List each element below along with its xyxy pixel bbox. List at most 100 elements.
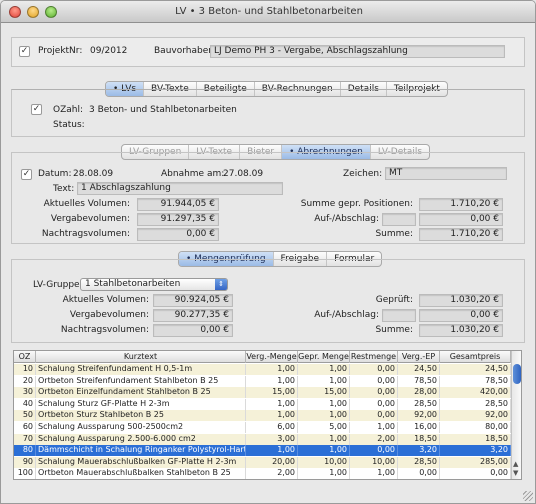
cell-gepr-menge: 1,00 [298, 398, 350, 410]
lv-checkbox[interactable]: ✓ [31, 104, 42, 115]
table-row[interactable]: 90 Schalung Mauerabschlußbalken GF-Platte… [14, 456, 511, 468]
table-row[interactable]: 30 Ortbeton Einzelfundament Stahlbeton B … [14, 387, 511, 399]
cell-gesamtpreis: 28,50 [440, 398, 511, 410]
cell-kurztext: Schalung Aussparung 500-2500cm2 [36, 422, 246, 433]
table-row[interactable]: 40 Schalung Sturz GF-Platte H 2-3m 1,00 1,0… [14, 398, 511, 410]
cell-restmenge: 10,00 [350, 456, 398, 468]
cell-oz: 30 [14, 387, 36, 399]
cell-restmenge: 0,00 [350, 375, 398, 387]
cell-gepr-menge: 1,00 [298, 410, 350, 422]
nachtragsvolumen-label: Nachtragsvolumen: [41, 229, 130, 239]
cell-verg-ep: 0,00 [398, 468, 440, 479]
cell-verg-ep: 28,50 [398, 456, 440, 468]
text-label: Text: [53, 184, 75, 194]
cell-kurztext: Schalung Sturz GF-Platte H 2-3m [36, 398, 246, 410]
cell-oz: 20 [14, 375, 36, 387]
m-nach-value: 0,00 € [153, 324, 233, 337]
scroll-thumb[interactable] [513, 364, 521, 384]
cell-verg-ep: 78,50 [398, 375, 440, 387]
cell-verg-menge: 15,00 [246, 387, 298, 399]
project-checkbox[interactable]: ✓ [19, 46, 30, 57]
col-gepr-menge-header[interactable]: Gepr. Menge [298, 351, 350, 363]
cell-gepr-menge: 5,00 [298, 422, 350, 433]
cell-gesamtpreis: 285,00 [440, 456, 511, 468]
table-row[interactable]: 10 Schalung Streifenfundament H 0,5-1m 1,0… [14, 364, 511, 375]
cell-oz: 100 [14, 468, 36, 479]
cell-kurztext: Schalung Aussparung 2.500-6.000 cm2 [36, 433, 246, 445]
akt-volumen-value: 91.944,05 € [137, 198, 219, 211]
table-row[interactable]: 60 Schalung Aussparung 500-2500cm2 6,00 5,0… [14, 422, 511, 433]
summe-gepr-label: Summe gepr. Positionen: [300, 199, 413, 209]
nachtragsvolumen-value: 0,00 € [137, 228, 219, 241]
akt-volumen-label: Aktuelles Volumen: [43, 199, 130, 209]
ozahl-field[interactable]: 3 Beton- und Stahlbetonarbeiten [85, 104, 335, 117]
cell-gesamtpreis: 80,00 [440, 422, 511, 433]
m-akt-label: Aktuelles Volumen: [62, 295, 149, 305]
table-row[interactable]: 100 Ortbeton Mauerabschlußbalken Stahlbet… [14, 468, 511, 479]
bauvorhaben-field[interactable]: LJ Demo PH 3 - Vergabe, Abschlagszahlung [210, 45, 505, 58]
scroll-up-icon[interactable]: ▲ [513, 461, 518, 468]
cell-restmenge: 1,00 [350, 422, 398, 433]
vergabevolumen-label: Vergabevolumen: [50, 214, 130, 224]
cell-verg-ep: 16,00 [398, 422, 440, 433]
zeichen-field[interactable]: MT [385, 167, 507, 180]
cell-gepr-menge: 1,00 [298, 433, 350, 445]
col-gesamtpreis-header[interactable]: Gesamtpreis [440, 351, 511, 363]
lv-gruppe-select[interactable]: 1 Stahlbetonarbeiten ⇕ [80, 278, 228, 291]
zeichen-label: Zeichen: [343, 169, 383, 179]
cell-restmenge: 0,00 [350, 445, 398, 457]
main-window: LV • 3 Beton- und Stahlbetonarbeiten ✓ P… [0, 0, 536, 504]
col-oz-header[interactable]: OZ [14, 351, 36, 363]
cell-oz: 90 [14, 456, 36, 468]
table-row[interactable]: 70 Schalung Aussparung 2.500-6.000 cm2 3,0… [14, 433, 511, 445]
lv-gruppe-value: 1 Stahlbetonarbeiten [85, 279, 181, 289]
cell-verg-menge: 1,00 [246, 410, 298, 422]
scroll-down-icon[interactable]: ▼ [513, 470, 518, 477]
projektnr-value: 09/2012 [90, 46, 128, 56]
cell-verg-ep: 3,20 [398, 445, 440, 457]
col-restmenge-header[interactable]: Restmenge [350, 351, 398, 363]
cell-verg-menge: 1,00 [246, 445, 298, 457]
cell-restmenge: 0,00 [350, 410, 398, 422]
cell-verg-ep: 28,50 [398, 398, 440, 410]
cell-gepr-menge: 1,00 [298, 468, 350, 479]
m-summe-label: Summe: [375, 325, 413, 335]
col-kurztext-header[interactable]: Kurztext [36, 351, 246, 363]
cell-kurztext: Schalung Mauerabschlußbalken GF-Platte H… [36, 456, 246, 468]
col-verg-ep-header[interactable]: Verg.-EP [398, 351, 440, 363]
cell-gesamtpreis: 24,50 [440, 364, 511, 375]
select-arrows-icon: ⇕ [215, 279, 227, 290]
cell-gepr-menge: 1,00 [298, 364, 350, 375]
cell-verg-ep: 24,50 [398, 364, 440, 375]
window-title: LV • 3 Beton- und Stahlbetonarbeiten [175, 6, 363, 17]
positions-table: OZ Kurztext Verg.-Menge Gepr. Menge Rest… [13, 350, 522, 480]
table-row[interactable]: 80 Dämmschicht in Schalung Ringanker Poly… [14, 445, 511, 457]
abrechnung-checkbox[interactable]: ✓ [21, 169, 32, 180]
col-verg-menge-header[interactable]: Verg.-Menge [246, 351, 298, 363]
cell-oz: 70 [14, 433, 36, 445]
m-verg-value: 90.277,35 € [153, 309, 233, 322]
cell-oz: 80 [14, 445, 36, 457]
table-row[interactable]: 20 Ortbeton Streifenfundament Stahlbeton … [14, 375, 511, 387]
abnahme-value: 27.08.09 [223, 169, 264, 179]
m-nach-label: Nachtragsvolumen: [60, 325, 149, 335]
cell-gesamtpreis: 18,50 [440, 433, 511, 445]
summe-label: Summe: [375, 229, 413, 239]
abnahme-label: Abnahme am: [161, 169, 225, 179]
resize-grip-icon[interactable] [523, 491, 533, 501]
cell-kurztext: Ortbeton Mauerabschlußbalken Stahlbeton … [36, 468, 246, 479]
cell-verg-menge: 6,00 [246, 422, 298, 433]
cell-oz: 40 [14, 398, 36, 410]
cell-gesamtpreis: 0,00 [440, 468, 511, 479]
text-field[interactable]: 1 Abschlagszahlung [77, 182, 283, 195]
ozahl-label: OZahl: [53, 105, 84, 115]
aufab-input[interactable] [382, 213, 416, 226]
aufab-label: Auf-/Abschlag: [314, 214, 379, 224]
m-akt-value: 90.924,05 € [153, 294, 233, 307]
cell-kurztext: Ortbeton Streifenfundament Stahlbeton B … [36, 375, 246, 387]
m-aufab-input[interactable] [382, 309, 416, 322]
cell-verg-menge: 1,00 [246, 364, 298, 375]
cell-restmenge: 1,00 [350, 468, 398, 479]
table-row[interactable]: 50 Ortbeton Sturz Stahlbeton B 25 1,00 1,00… [14, 410, 511, 422]
vertical-scrollbar[interactable]: ▲ ▼ [511, 351, 521, 479]
